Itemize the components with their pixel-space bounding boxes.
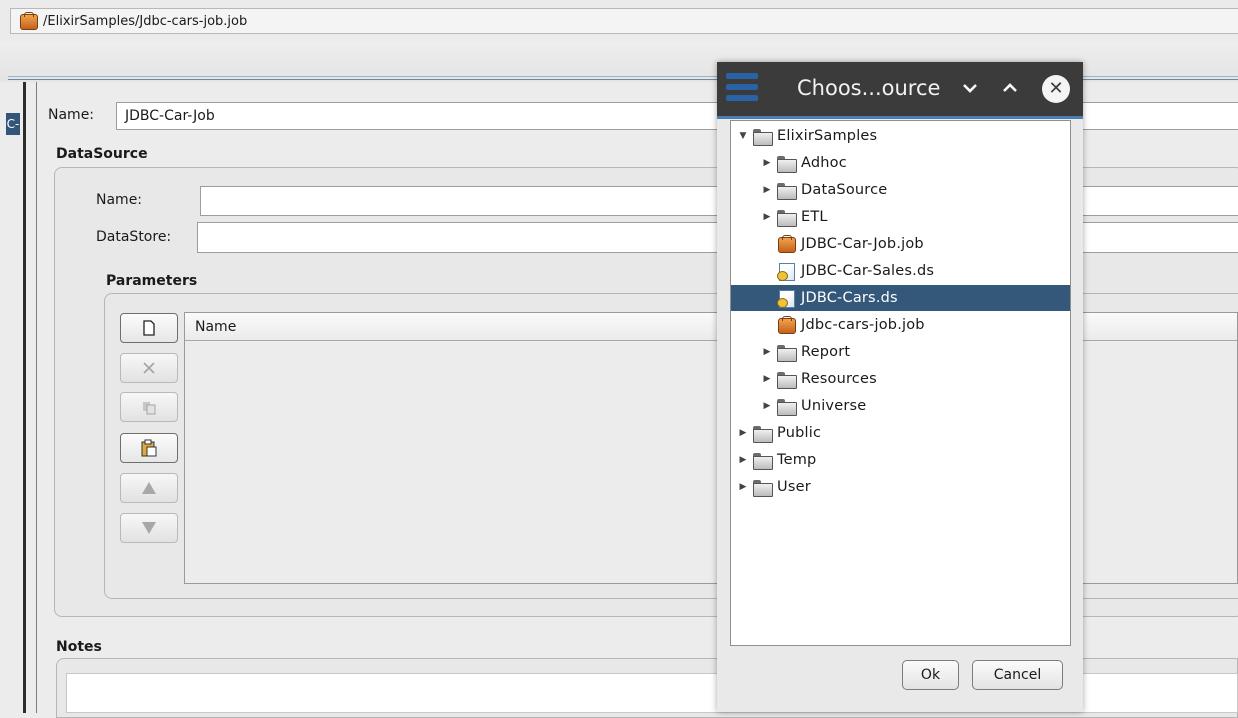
collapsed-toggle-icon[interactable]: ▶	[761, 374, 773, 384]
side-tab[interactable]: C-	[6, 113, 20, 135]
collapsed-toggle-icon[interactable]: ▶	[737, 455, 749, 465]
cancel-button[interactable]: Cancel	[972, 660, 1063, 690]
datastore-label: DataStore:	[96, 229, 172, 245]
move-up-icon	[142, 482, 156, 494]
panel-border	[36, 82, 37, 713]
notes-section-title: Notes	[56, 639, 102, 655]
datasource-file-icon	[777, 290, 795, 308]
folder-icon	[753, 129, 773, 146]
collapsed-toggle-icon[interactable]: ▶	[737, 428, 749, 438]
tree-node-label: Report	[801, 344, 851, 360]
collapsed-toggle-icon[interactable]: ▶	[761, 347, 773, 357]
folder-icon	[753, 480, 773, 497]
tree-node[interactable]: ▶ Temp	[731, 447, 1070, 473]
job-file-icon	[19, 12, 38, 30]
parameters-section-title: Parameters	[106, 273, 198, 289]
copy-parameter-button[interactable]	[120, 392, 178, 422]
folder-icon	[777, 183, 797, 200]
tree-node-label: Resources	[801, 371, 877, 387]
tree-node[interactable]: ▶ User	[731, 474, 1070, 500]
folder-icon	[777, 210, 797, 227]
app-logo-icon	[726, 73, 758, 105]
tree-node-label: JDBC-Car-Sales.ds	[801, 263, 935, 279]
chevron-up-icon	[1003, 83, 1017, 92]
dialog-accent-bar	[717, 116, 1083, 119]
tree-node[interactable]: ▶ Universe	[731, 393, 1070, 419]
tree-node-label: Public	[777, 425, 822, 441]
new-parameter-button[interactable]	[120, 313, 178, 343]
folder-icon	[777, 372, 797, 389]
dialog-title-bar[interactable]: Choos...ource ✕	[717, 62, 1083, 116]
tree-node[interactable]: JDBC-Cars.ds	[731, 285, 1070, 311]
folder-icon	[777, 345, 797, 362]
ok-button[interactable]: Ok	[902, 660, 959, 690]
close-button[interactable]: ✕	[1042, 75, 1070, 103]
collapsed-toggle-icon[interactable]: ▶	[761, 401, 773, 411]
move-down-button[interactable]	[120, 513, 178, 543]
tree-node[interactable]: JDBC-Car-Job.job	[731, 231, 1070, 257]
paste-parameter-button[interactable]	[120, 433, 178, 463]
folder-icon	[753, 426, 773, 443]
dialog-title: Choos...ource	[797, 76, 941, 100]
move-down-icon	[142, 522, 156, 534]
tree-node[interactable]: JDBC-Car-Sales.ds	[731, 258, 1070, 284]
tree-node[interactable]: ▶ Report	[731, 339, 1070, 365]
expanded-toggle-icon[interactable]: ▼	[737, 131, 749, 141]
tree-node-label: User	[777, 479, 811, 495]
file-path-field: /ElixirSamples/Jdbc-cars-job.job	[10, 8, 1238, 34]
maximize-button[interactable]	[1001, 74, 1019, 102]
tree-node-label: Jdbc-cars-job.job	[801, 317, 925, 333]
collapsed-toggle-icon[interactable]: ▶	[761, 185, 773, 195]
new-icon	[143, 320, 155, 336]
collapsed-toggle-icon[interactable]: ▶	[761, 158, 773, 168]
datasource-section-title: DataSource	[56, 146, 148, 162]
tree-node-label: JDBC-Cars.ds	[801, 290, 898, 306]
tree-node[interactable]: ▶ ETL	[731, 204, 1070, 230]
delete-icon	[143, 362, 155, 374]
splitter-divider[interactable]	[23, 82, 26, 713]
folder-icon	[777, 399, 797, 416]
tree-node[interactable]: ▶ DataSource	[731, 177, 1070, 203]
folder-icon	[777, 156, 797, 173]
tree-node-label: Universe	[801, 398, 867, 414]
tree-node-label: ETL	[801, 209, 828, 225]
job-file-icon	[777, 316, 796, 334]
repository-tree[interactable]: ▼ ElixirSamples ▶ Adhoc ▶ DataSource ▶ ETL JDBC-…	[730, 120, 1071, 646]
minimize-button[interactable]	[961, 74, 979, 102]
folder-icon	[753, 453, 773, 470]
tree-node[interactable]: Jdbc-cars-job.job	[731, 312, 1070, 338]
tree-node[interactable]: ▶ Adhoc	[731, 150, 1070, 176]
move-up-button[interactable]	[120, 473, 178, 503]
datasource-name-label: Name:	[96, 192, 143, 208]
job-name-label: Name:	[48, 107, 95, 123]
tree-node[interactable]: ▼ ElixirSamples	[731, 123, 1070, 149]
tree-node-label: Adhoc	[801, 155, 847, 171]
choose-datasource-dialog: Choos...ource ✕ ▼ ElixirSamples ▶ Adhoc ▶ Dat…	[717, 62, 1083, 712]
copy-icon	[143, 402, 156, 415]
tree-node-label: JDBC-Car-Job.job	[801, 236, 924, 252]
title-bar: /ElixirSamples/Jdbc-cars-job.job	[0, 0, 1238, 42]
job-file-icon	[777, 235, 796, 253]
tree-node[interactable]: ▶ Public	[731, 420, 1070, 446]
tree-node[interactable]: ▶ Resources	[731, 366, 1070, 392]
collapsed-toggle-icon[interactable]: ▶	[737, 482, 749, 492]
file-path-text: /ElixirSamples/Jdbc-cars-job.job	[43, 13, 248, 29]
paste-icon	[141, 439, 157, 457]
tree-node-label: ElixirSamples	[777, 128, 878, 144]
delete-parameter-button[interactable]	[120, 353, 178, 383]
chevron-down-icon	[963, 84, 977, 93]
close-icon: ✕	[1048, 78, 1064, 99]
tree-node-label: Temp	[777, 452, 817, 468]
tree-node-label: DataSource	[801, 182, 888, 198]
datasource-file-icon	[777, 263, 795, 281]
collapsed-toggle-icon[interactable]: ▶	[761, 212, 773, 222]
